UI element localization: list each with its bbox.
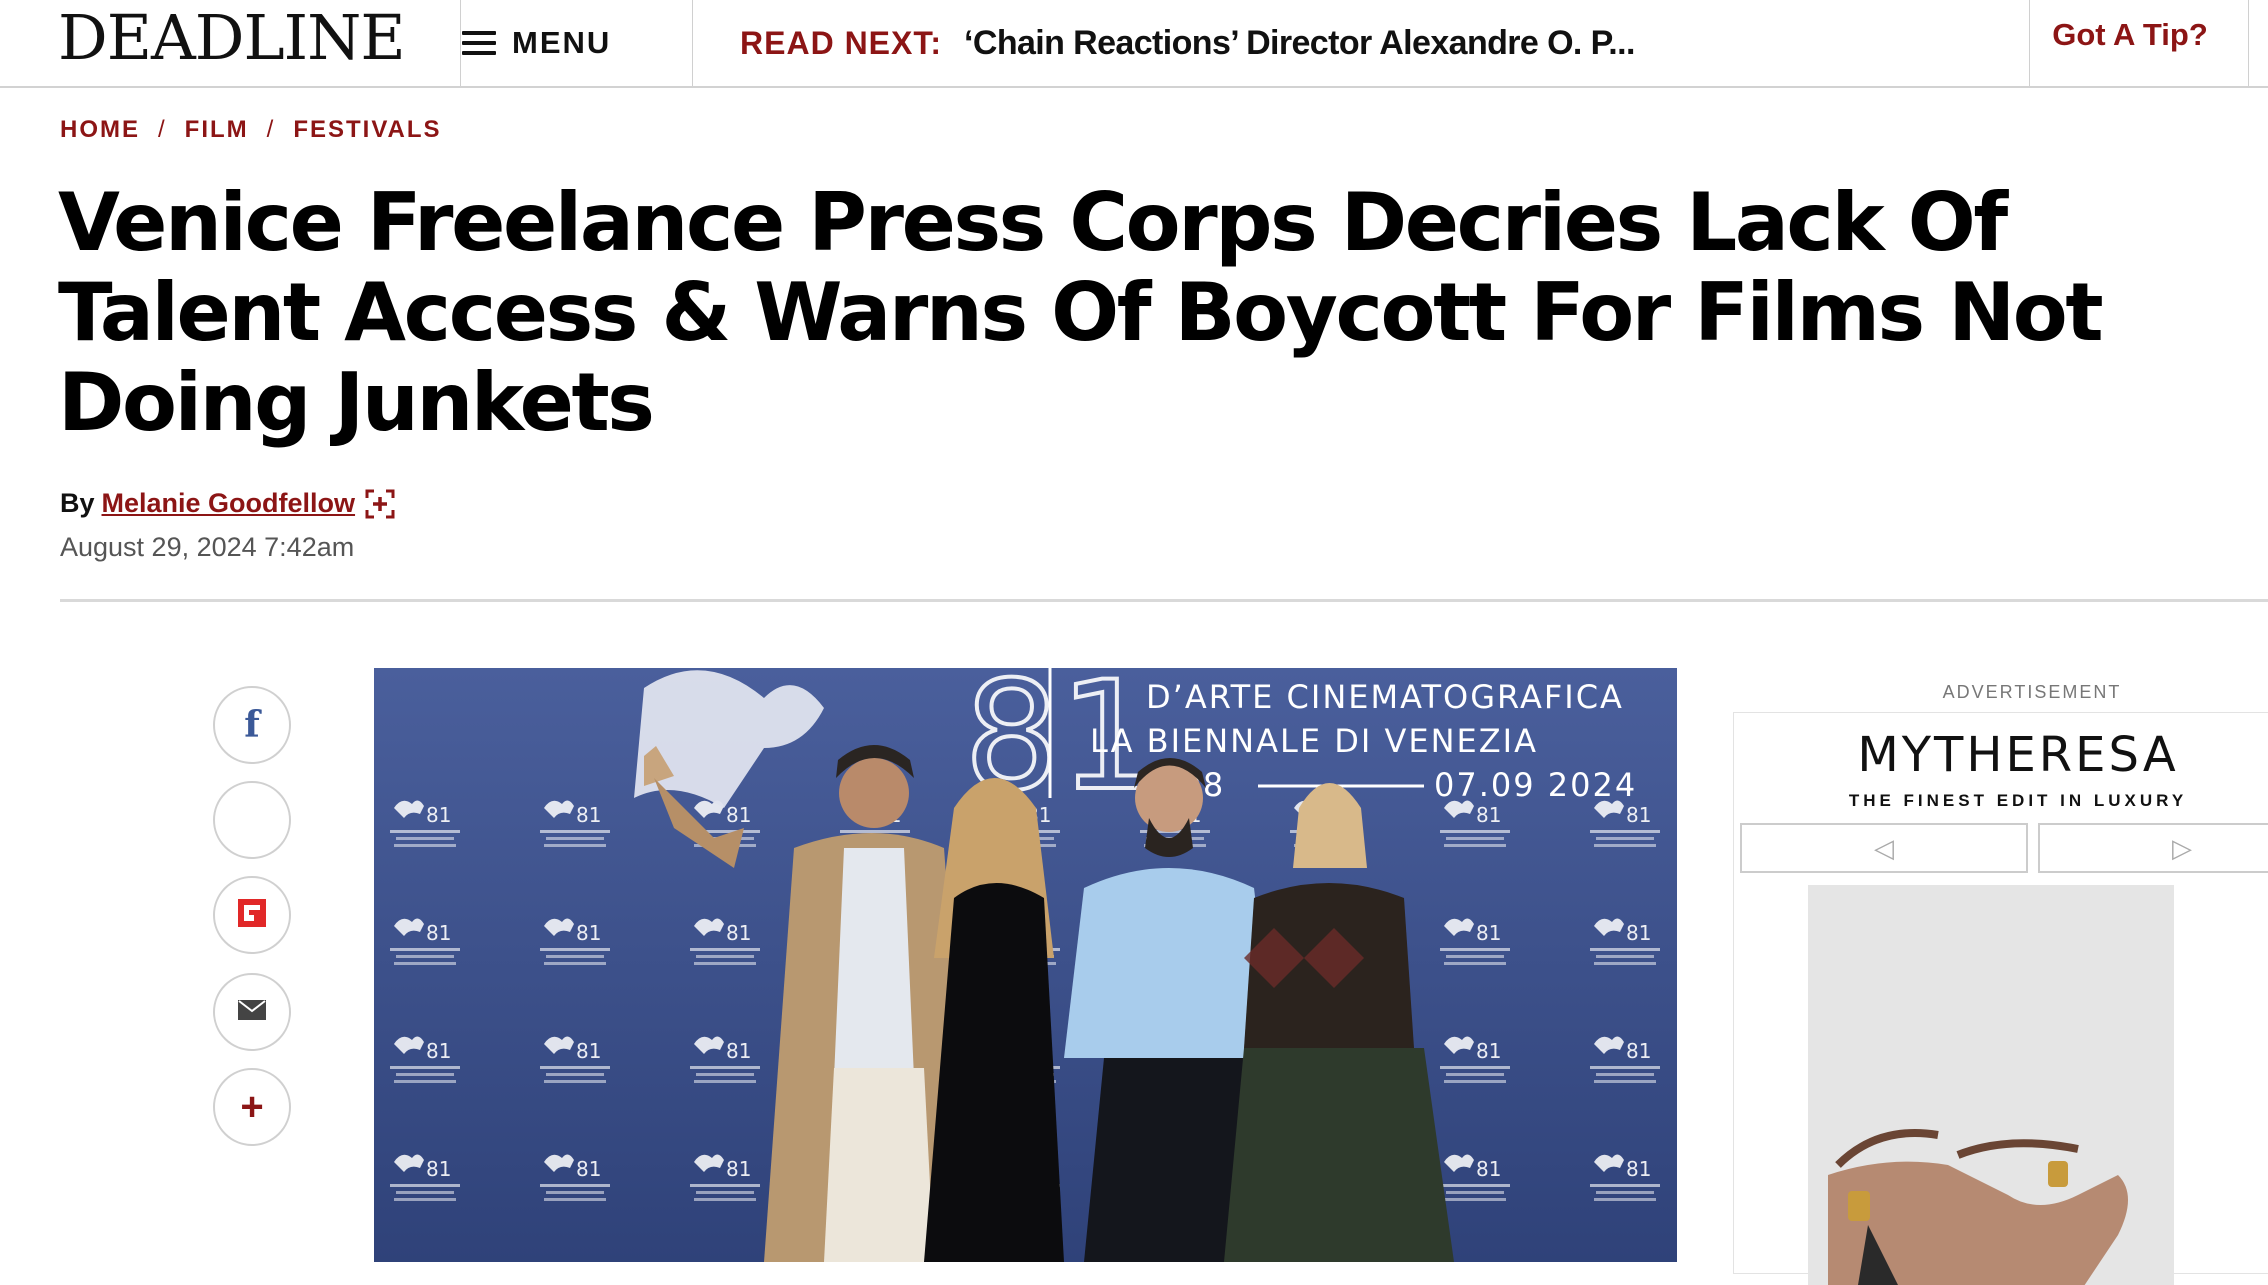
byline-prefix: By (60, 488, 95, 518)
breadcrumb-festivals[interactable]: FESTIVALS (293, 116, 441, 144)
site-logo[interactable]: DEADLINE (58, 0, 406, 86)
header-rule (60, 599, 2268, 602)
facebook-share-button[interactable]: f (213, 686, 291, 764)
email-icon (238, 999, 266, 1025)
ad-tagline: THE FINEST EDIT IN LUXURY (1848, 791, 2188, 810)
got-a-tip-link[interactable]: Got A Tip? (2030, 0, 2230, 86)
chevron-left-icon: ◁ (1874, 832, 1894, 863)
header-divider (2248, 0, 2249, 86)
flipboard-icon (237, 898, 267, 933)
facebook-icon: f (244, 704, 260, 746)
header-divider (460, 0, 461, 86)
ad-product-image[interactable] (1808, 885, 2174, 1285)
breadcrumb-film[interactable]: FILM (185, 116, 249, 144)
breadcrumb-home[interactable]: HOME (60, 116, 140, 144)
chevron-right-icon: ▷ (2172, 832, 2192, 863)
site-header: DEADLINE MENU READ NEXT: ‘Chain Reaction… (0, 0, 2268, 88)
backdrop-line1: D’ARTE CINEMATOGRAFICA (1146, 678, 1624, 716)
menu-button[interactable]: MENU (462, 0, 692, 86)
advertisement-label: ADVERTISEMENT (1942, 682, 2122, 702)
ad-brand: MYTHERESA (1857, 727, 2179, 783)
read-next-title: ‘Chain Reactions’ Director Alexandre O. … (964, 23, 1635, 62)
advertisement[interactable]: MYTHERESA THE FINEST EDIT IN LUXURY ◁ ▷ (1733, 712, 2268, 1285)
read-next-link[interactable]: READ NEXT: ‘Chain Reactions’ Director Al… (740, 0, 2020, 86)
email-share-button[interactable] (213, 973, 291, 1051)
plus-icon: + (240, 1085, 264, 1129)
ad-next-button[interactable]: ▷ (2038, 823, 2268, 873)
follow-author-icon[interactable] (365, 489, 395, 519)
header-divider (692, 0, 693, 86)
menu-label: MENU (512, 25, 612, 60)
breadcrumb: HOME / FILM / FESTIVALS (60, 116, 442, 144)
more-share-button[interactable]: + (213, 1068, 291, 1146)
backdrop-date-end: 07.09 2024 (1434, 766, 1637, 804)
backdrop-line2: LA BIENNALE DI VENEZIA (1090, 722, 1538, 760)
article-headline: Venice Freelance Press Corps Decries Lac… (58, 176, 2104, 449)
breadcrumb-separator: / (266, 116, 276, 143)
author-link[interactable]: Melanie Goodfellow (102, 488, 356, 519)
flipboard-share-button[interactable] (213, 876, 291, 954)
hero-image: 81 81 D’ARTE CINEMATOGRAFICA LA BIENNALE… (374, 668, 1677, 1262)
read-next-label: READ NEXT: (740, 24, 943, 61)
publish-date: August 29, 2024 7:42am (60, 532, 355, 562)
hamburger-icon (462, 31, 496, 55)
byline: By Melanie Goodfellow (60, 488, 395, 519)
blank-share-button[interactable] (213, 781, 291, 859)
breadcrumb-separator: / (158, 116, 167, 143)
ad-prev-button[interactable]: ◁ (1740, 823, 2028, 873)
